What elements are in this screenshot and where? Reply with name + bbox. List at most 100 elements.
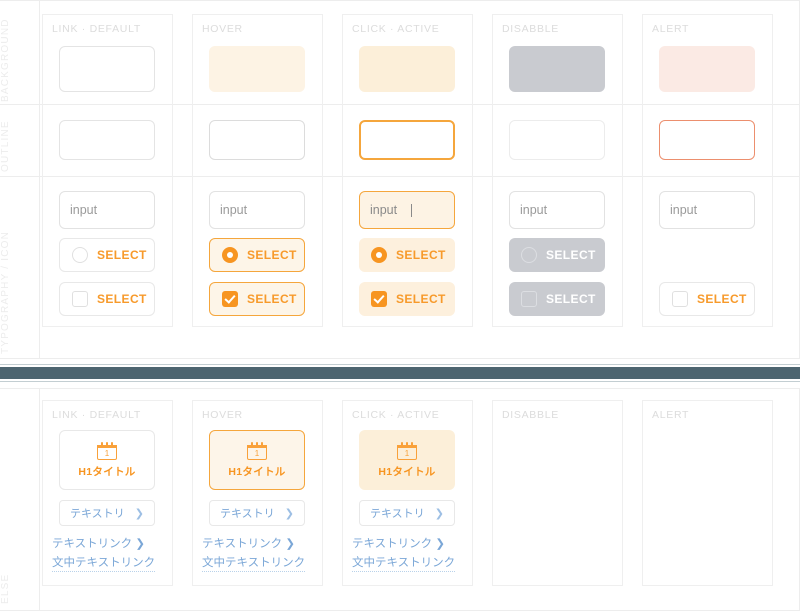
outline-swatch-disable (509, 120, 605, 160)
checkbox-select-link-default[interactable]: SELECT (59, 282, 155, 316)
input-link-default[interactable]: input (59, 191, 155, 229)
frame-bottom-line (0, 358, 800, 359)
checkbox-select-hover[interactable]: SELECT (209, 282, 305, 316)
bottom-frame-top-line (0, 388, 800, 389)
text-button-label: テキストリ (220, 508, 275, 520)
input-hover[interactable]: input (209, 191, 305, 229)
text-button-click-active[interactable]: テキストリ ❯ (359, 500, 455, 526)
input-alert[interactable]: input (659, 191, 755, 229)
radio-icon (521, 247, 537, 263)
else-column-header-link-default: LINK · DEFAULT (52, 409, 141, 421)
inline-text-link-link-default[interactable]: 文中テキストリンク (52, 554, 156, 572)
checkbox-select-disable: SELECT (509, 282, 605, 316)
input-placeholder-text: input (70, 203, 98, 217)
divider-bottom-line (0, 381, 800, 382)
else-column-header-disable: DISABBLE (502, 409, 559, 421)
divider-top-line (0, 364, 800, 365)
card-tile-click-active[interactable]: 1 H1タイトル (359, 430, 455, 490)
input-disable: input (509, 191, 605, 229)
input-click-active[interactable]: input (359, 191, 455, 229)
card-tile-title: H1タイトル (78, 465, 136, 478)
radio-select-label: SELECT (396, 248, 446, 262)
section-divider (0, 364, 800, 382)
calendar-day: 1 (104, 448, 110, 458)
row-label-else: ELSE (0, 573, 11, 604)
calendar-icon: 1 (97, 441, 117, 460)
checkbox-select-label: SELECT (247, 292, 297, 306)
calendar-icon: 1 (397, 441, 417, 460)
card-tile-title: H1タイトル (228, 465, 286, 478)
input-placeholder-text: input (520, 203, 548, 217)
column-header-hover: HOVER (202, 23, 243, 35)
row-label-outline: OUTLINE (0, 120, 11, 172)
radio-icon[interactable] (222, 247, 238, 263)
checkbox-icon[interactable] (371, 291, 387, 307)
text-caret (411, 203, 413, 217)
inline-text-link-hover[interactable]: 文中テキストリンク (202, 554, 306, 572)
checkbox-select-label: SELECT (97, 292, 147, 306)
calendar-day: 1 (254, 448, 260, 458)
chevron-right-icon: ❯ (284, 507, 294, 520)
checkbox-icon[interactable] (672, 291, 688, 307)
background-swatch-click-active[interactable] (359, 46, 455, 92)
background-swatch-disable (509, 46, 605, 92)
divider-bar (0, 367, 800, 379)
else-column-card-alert (642, 400, 773, 586)
checkbox-icon[interactable] (222, 291, 238, 307)
chevron-right-icon: ❯ (134, 507, 144, 520)
radio-select-label: SELECT (546, 248, 596, 262)
text-link-link-default[interactable]: テキストリンク ❯ (52, 535, 145, 551)
input-placeholder-text: input (370, 203, 398, 217)
frame-top-line (0, 0, 800, 1)
outline-swatch-hover[interactable] (209, 120, 305, 160)
text-button-label: テキストリ (370, 508, 425, 520)
checkbox-select-label: SELECT (396, 292, 446, 306)
input-placeholder-text: input (220, 203, 248, 217)
text-button-hover[interactable]: テキストリ ❯ (209, 500, 305, 526)
text-link-hover[interactable]: テキストリンク ❯ (202, 535, 295, 551)
calendar-icon: 1 (247, 441, 267, 460)
radio-select-label: SELECT (97, 248, 147, 262)
column-header-link-default: LINK · DEFAULT (52, 23, 141, 35)
radio-icon[interactable] (371, 247, 387, 263)
column-header-alert: ALERT (652, 23, 690, 35)
outline-swatch-alert[interactable] (659, 120, 755, 160)
background-swatch-alert[interactable] (659, 46, 755, 92)
checkbox-icon[interactable] (72, 291, 88, 307)
checkbox-select-alert[interactable]: SELECT (659, 282, 755, 316)
top-sheet: BACKGROUND OUTLINE TYPOGRAPHY / ICON LIN… (0, 0, 800, 360)
radio-select-hover[interactable]: SELECT (209, 238, 305, 272)
outline-swatch-click-active[interactable] (359, 120, 455, 160)
column-header-click-active: CLICK · ACTIVE (352, 23, 440, 35)
bottom-sheet: ELSE LINK · DEFAULT HOVER CLICK · ACTIVE… (0, 388, 800, 612)
else-column-header-alert: ALERT (652, 409, 690, 421)
checkbox-select-label: SELECT (546, 292, 596, 306)
bottom-frame-bottom-line (0, 610, 800, 611)
card-tile-hover[interactable]: 1 H1タイトル (209, 430, 305, 490)
input-placeholder-text: input (670, 203, 698, 217)
column-header-disable: DISABBLE (502, 23, 559, 35)
calendar-day: 1 (404, 448, 410, 458)
else-column-header-hover: HOVER (202, 409, 243, 421)
checkbox-select-label: SELECT (697, 292, 747, 306)
inline-text-link-click-active[interactable]: 文中テキストリンク (352, 554, 456, 572)
row-label-background: BACKGROUND (0, 18, 11, 102)
card-tile-title: H1タイトル (378, 465, 436, 478)
text-link-click-active[interactable]: テキストリンク ❯ (352, 535, 445, 551)
radio-select-disable: SELECT (509, 238, 605, 272)
card-tile-link-default[interactable]: 1 H1タイトル (59, 430, 155, 490)
radio-icon[interactable] (72, 247, 88, 263)
checkbox-icon (521, 291, 537, 307)
radio-select-label: SELECT (247, 248, 297, 262)
text-button-link-default[interactable]: テキストリ ❯ (59, 500, 155, 526)
outline-swatch-link-default[interactable] (59, 120, 155, 160)
radio-select-link-default[interactable]: SELECT (59, 238, 155, 272)
checkbox-select-click-active[interactable]: SELECT (359, 282, 455, 316)
chevron-right-icon: ❯ (434, 507, 444, 520)
background-swatch-link-default[interactable] (59, 46, 155, 92)
row-label-typography: TYPOGRAPHY / ICON (0, 230, 11, 354)
background-swatch-hover[interactable] (209, 46, 305, 92)
else-column-card-disable (492, 400, 623, 586)
else-column-header-click-active: CLICK · ACTIVE (352, 409, 440, 421)
radio-select-click-active[interactable]: SELECT (359, 238, 455, 272)
